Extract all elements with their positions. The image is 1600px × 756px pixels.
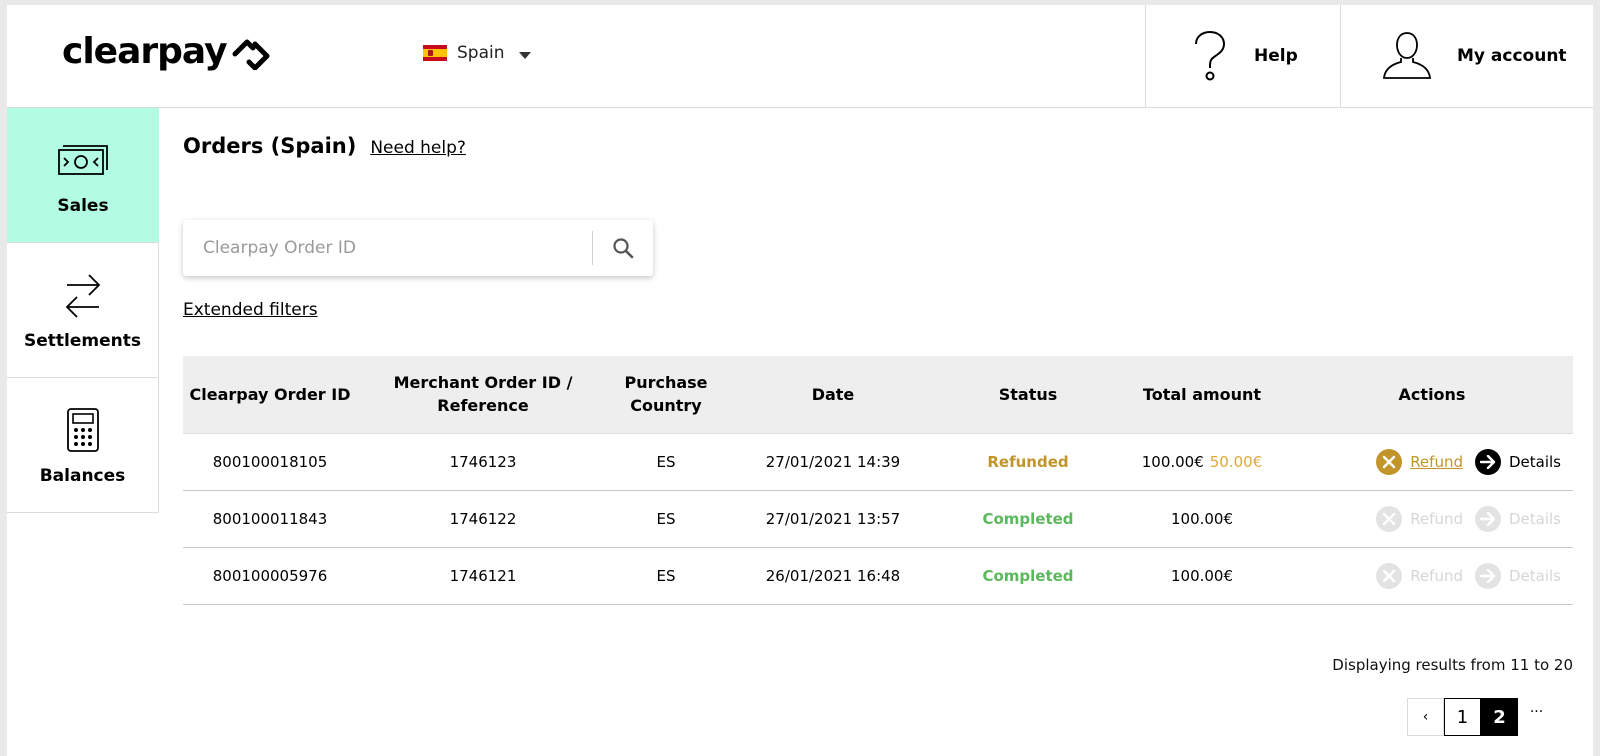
order-date: 26/01/2021 16:48 [723,547,943,605]
purchase-country: ES [609,547,723,605]
col-purchase-country: Purchase Country [609,356,723,433]
orders-table: Clearpay Order ID Merchant Order ID / Ref… [183,356,1573,605]
table-header-row: Clearpay Order ID Merchant Order ID / Ref… [183,356,1573,433]
purchase-country: ES [609,432,723,491]
purchase-country: ES [609,490,723,548]
search-input[interactable] [183,220,593,276]
merchant-ref: 1746121 [357,547,609,605]
results-summary: Displaying results from 11 to 20 [1332,656,1573,674]
sidebar-item-settlements[interactable]: Settlements [7,243,159,378]
more-pages-indicator[interactable]: ... [1518,700,1555,716]
page-title: Orders (Spain) [183,134,357,158]
extended-filters-link[interactable]: Extended filters [183,300,318,320]
refunded-amount: 50.00€ [1209,452,1263,471]
row-actions: Refund Details [1291,490,1573,548]
swap-arrows-icon [65,274,100,318]
question-mark-icon [1195,30,1226,81]
details-label: Details [1508,452,1561,471]
row-actions: Refund Details [1291,547,1573,605]
sidebar-item-label: Balances [39,466,126,486]
col-date: Date [723,356,943,433]
help-button[interactable]: Help [1145,5,1340,107]
order-search [183,220,653,276]
title-row: Orders (Spain) Need help? [183,134,466,158]
details-button[interactable]: Details [1474,505,1561,532]
original-amount: 100.00€ [1141,452,1204,471]
order-date: 27/01/2021 13:57 [723,490,943,548]
page-1-button[interactable]: 1 [1444,698,1481,736]
app-frame: clearpay Spain Help My account Sales Set… [7,5,1593,756]
country-label: Spain [457,43,505,63]
my-account-button[interactable]: My account [1340,5,1593,107]
status-badge: Completed [943,547,1113,605]
col-total-amount: Total amount [1113,356,1291,433]
user-icon [1383,32,1431,79]
refund-button[interactable]: Refund [1376,562,1463,589]
refund-label: Refund [1410,509,1463,528]
close-icon [1376,505,1403,532]
sidebar-item-label: Sales [57,196,109,216]
arrow-right-icon [1474,448,1501,475]
chevron-down-icon [518,51,531,59]
status-badge: Completed [943,490,1113,548]
order-id: 800100018105 [183,432,357,491]
merchant-ref: 1746123 [357,432,609,491]
order-date: 27/01/2021 14:39 [723,432,943,491]
sidebar-item-balances[interactable]: Balances [7,378,159,513]
prev-page-button[interactable]: ‹ [1407,698,1444,736]
details-label: Details [1508,566,1561,585]
refund-label: Refund [1410,452,1463,471]
top-header: clearpay Spain Help My account [7,5,1593,108]
clearpay-link-icon [232,39,270,70]
country-selector[interactable]: Spain [423,43,531,63]
table-row: 800100018105 1746123 ES 27/01/2021 14:39… [183,432,1573,491]
table-row: 800100011843 1746122 ES 27/01/2021 13:57… [183,490,1573,548]
refund-button[interactable]: Refund [1376,448,1463,475]
details-button[interactable]: Details [1474,448,1561,475]
my-account-label: My account [1457,46,1567,66]
clearpay-logo[interactable]: clearpay [62,31,271,72]
total-amount: 100.00€ [1113,547,1291,605]
need-help-link[interactable]: Need help? [370,138,466,158]
arrow-right-icon [1474,505,1501,532]
col-merchant-ref: Merchant Order ID / Reference [357,356,609,433]
col-actions: Actions [1291,356,1573,433]
sidebar-item-sales[interactable]: Sales [7,108,159,243]
calculator-icon [66,408,99,452]
help-label: Help [1254,46,1298,66]
search-button[interactable] [593,220,653,276]
page-2-button[interactable]: 2 [1481,698,1518,736]
status-badge: Refunded [943,432,1113,491]
order-id: 800100011843 [183,490,357,548]
logo-wordmark: clearpay [62,31,228,72]
col-status: Status [943,356,1113,433]
spain-flag-icon [423,45,447,61]
row-actions: Refund Details [1291,432,1573,491]
total-amount: 100.00€ [1113,490,1291,548]
total-amount: 100.00€ 50.00€ [1113,432,1291,491]
sidebar-item-label: Settlements [24,331,141,351]
details-button[interactable]: Details [1474,562,1561,589]
search-icon [613,238,634,259]
refund-button[interactable]: Refund [1376,505,1463,532]
merchant-ref: 1746122 [357,490,609,548]
col-order-id: Clearpay Order ID [183,356,357,433]
close-icon [1376,562,1403,589]
banknote-icon [58,145,108,175]
pagination: ‹ 1 2 ... [1407,698,1555,736]
close-icon [1376,448,1403,475]
order-id: 800100005976 [183,547,357,605]
table-row: 800100005976 1746121 ES 26/01/2021 16:48… [183,547,1573,605]
details-label: Details [1508,509,1561,528]
sidebar: Sales Settlements Balances [7,108,159,513]
arrow-right-icon [1474,562,1501,589]
refund-label: Refund [1410,566,1463,585]
